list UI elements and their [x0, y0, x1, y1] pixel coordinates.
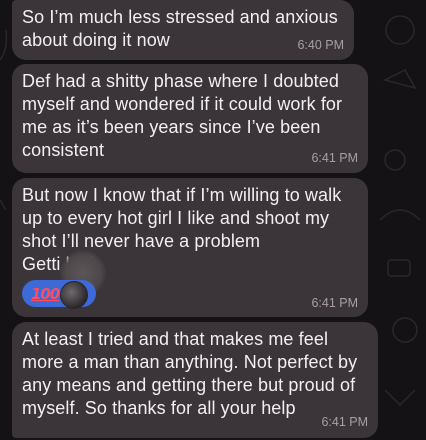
message-bubble[interactable]: At least I tried and that makes me feel … [12, 322, 378, 438]
message-text: Def had a shitty phase where I doubted m… [22, 71, 343, 160]
message-bubble[interactable]: So I’m much less stressed and anxious ab… [12, 0, 354, 60]
message-text: So I’m much less stressed and anxious ab… [22, 7, 338, 50]
message-text: At least I tried and that makes me feel … [22, 329, 358, 418]
message-timestamp: 6:40 PM [297, 38, 344, 52]
message-bubble[interactable]: Def had a shitty phase where I doubted m… [12, 64, 368, 173]
reactor-avatar [60, 281, 88, 309]
message-bubble[interactable]: But now I know that if I’m willing to wa… [12, 178, 368, 317]
message-timestamp: 6:41 PM [321, 415, 368, 429]
message-timestamp: 6:41 PM [311, 296, 358, 310]
message-timestamp: 6:41 PM [311, 151, 358, 165]
reaction-chip[interactable]: 100 [22, 280, 96, 309]
hundred-points-emoji-icon: 100 [31, 284, 60, 303]
